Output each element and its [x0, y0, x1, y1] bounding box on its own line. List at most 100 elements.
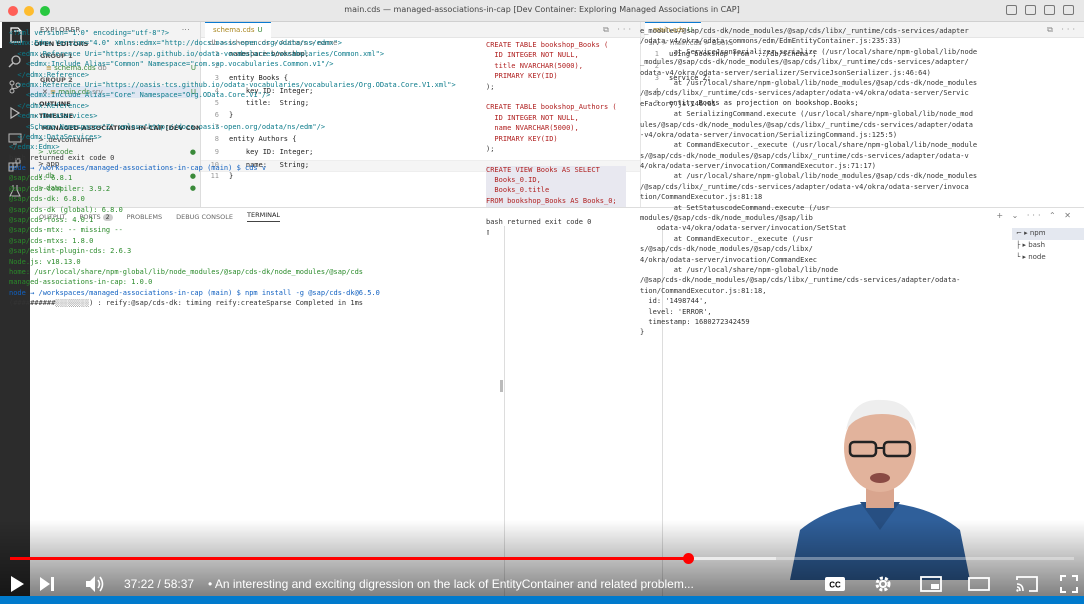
panel-actions[interactable]: + ⌄ ··· ⌃ ✕	[996, 211, 1074, 220]
terminal-line: @sap/cds-foss: 4.0.1	[9, 216, 94, 225]
terminal-line: level: 'ERROR',	[640, 307, 712, 316]
terminal-line: </edmx:DataServices>	[9, 132, 102, 141]
terminal-line: <edmx:Reference Uri="https://oasis-tcs.g…	[9, 80, 456, 89]
terminal-line: CREATE VIEW Books AS SELECT	[486, 165, 626, 177]
terminal-icon: ⌐ ▸	[1016, 229, 1030, 237]
terminal-line: at CommandExecutor._execute (/usr	[640, 234, 813, 243]
play-icon[interactable]	[4, 572, 30, 596]
terminal-line: ID INTEGER NOT NULL,	[486, 113, 579, 122]
terminal-line: @sap/cds-mtx: -- missing --	[9, 226, 123, 235]
miniplayer-icon[interactable]	[918, 572, 944, 596]
terminal-line: _modules/@sap/cds-dk/node_modules/@sap/c…	[640, 58, 969, 67]
terminal-item-label: npm	[1029, 229, 1046, 237]
terminal-line: s/@sap/cds-dk/node_modules/@sap/cds/libx…	[640, 151, 969, 160]
layout-controls	[1006, 5, 1074, 15]
chapter-title[interactable]: • An interesting and exciting digression…	[208, 577, 758, 591]
terminal-line: CREATE TABLE bookshop_Books (	[486, 41, 609, 49]
terminal-line: bash returned exit code 0	[486, 217, 592, 226]
toggle-sidebar-icon[interactable]	[1006, 5, 1017, 15]
terminal-list: ⌐ ▸ npm ├ ▸ bash └ ▸ node	[1012, 228, 1084, 264]
terminal-line: ules/@sap/cds-dk/node_modules/@sap/cds/l…	[640, 120, 973, 129]
fullscreen-icon[interactable]	[1056, 572, 1082, 596]
captions-icon[interactable]: CC	[822, 572, 848, 596]
terminal-line: id: '1498744',	[640, 297, 708, 306]
terminal-line: e_modules/@sap/cds-dk/node_modules/@sap/…	[640, 27, 969, 35]
terminal-line: s/@sap/cds-dk/node_modules/@sap/cds/libx…	[640, 245, 813, 254]
terminal-item-label: node	[1028, 253, 1046, 261]
terminal-line: at /usr/local/share/npm-global/lib/node_…	[640, 78, 978, 87]
progress-bar[interactable]	[10, 553, 1074, 564]
cast-icon[interactable]	[1014, 572, 1040, 596]
terminal-output-3[interactable]: e_modules/@sap/cds-dk/node_modules/@sap/…	[640, 27, 980, 367]
terminal-line: <Schema Namespace="Z" xmlns="http://docs…	[9, 122, 326, 131]
terminal-line: @sap/cds-dk (global): 6.8.0	[9, 205, 123, 214]
terminal-line: tion/CommandExecutor.js:81:18	[640, 193, 763, 202]
terminal-line: /@sap/cds/libx/_runtime/cds-services/ada…	[640, 89, 969, 98]
terminal-line: <edmx:Include Alias="Core" Namespace="Or…	[9, 91, 271, 100]
terminal-line: FROM bookshop_Books AS Books_0;	[486, 196, 626, 208]
terminal-line: CREATE TABLE bookshop_Authors (	[486, 103, 617, 112]
terminal-line: <edmx:DataServices>	[9, 112, 98, 121]
settings-gear-icon[interactable]	[870, 572, 896, 596]
editor-actions[interactable]: ⧉ ···	[1047, 25, 1078, 35]
terminal-line: 4/okra/odata-server/invocation/CommandEx…	[640, 255, 818, 264]
terminal-line: Node.js: v18.13.0	[9, 257, 81, 266]
next-icon[interactable]	[34, 572, 60, 596]
terminal-output-2[interactable]: CREATE TABLE bookshop_Books ( ID INTEGER…	[486, 41, 626, 271]
terminal-line: managed-associations-in-cap: 1.0.0	[9, 278, 153, 287]
current-time: 37:22	[124, 577, 155, 591]
terminal-line: Books_0.ID,	[486, 176, 626, 187]
toggle-secondary-sidebar-icon[interactable]	[1044, 5, 1055, 15]
terminal-line: /odata-v4/okra/odata-commons/edm/EdmEnti…	[640, 37, 902, 46]
theater-mode-icon[interactable]	[966, 572, 992, 596]
terminal-item-bash[interactable]: ├ ▸ bash	[1012, 240, 1084, 252]
terminal-line: ID INTEGER NOT NULL,	[486, 51, 579, 60]
terminal-line: </edmx:Edmx>	[9, 143, 60, 152]
terminal-line: odata-v4/okra/odata-server/invocation/Se…	[640, 224, 847, 233]
terminal-scrollbar[interactable]	[500, 380, 503, 392]
toggle-panel-icon[interactable]	[1025, 5, 1036, 15]
status-bar	[0, 596, 1084, 604]
window-title-bar: main.cds — managed-associations-in-cap […	[0, 0, 1084, 22]
volume-icon[interactable]	[82, 572, 108, 596]
terminal-line: at /usr/local/share/npm-global/lib/node_…	[640, 172, 978, 181]
terminal-line: );	[486, 82, 495, 91]
progress-played	[10, 557, 688, 560]
terminal-line: bash returned exit code 0	[9, 153, 115, 162]
time-display: 37:22 / 58:37	[124, 577, 194, 591]
terminal-line: 4/okra/odata-server/invocation/CommandEx…	[640, 162, 877, 171]
terminal-line: </edmx:Reference>	[9, 101, 90, 110]
terminal-line: /@sap/cds-dk/node_modules/@sap/cds/libx/…	[640, 276, 961, 285]
terminal-item-node[interactable]: └ ▸ node	[1012, 252, 1084, 264]
terminal-line: }	[640, 328, 645, 337]
terminal-line: modules/@sap/cds-dk/node_modules/@sap/li…	[640, 214, 813, 223]
terminal-line: at ServiceJsonSerializer.serialize (/usr…	[640, 47, 978, 56]
terminal-line: timestamp: 1680272342459	[640, 317, 750, 326]
terminal-line: <edmx:Edmx Version="4.0" xmlns:edmx="htt…	[9, 39, 342, 48]
progress-scrubber[interactable]	[682, 553, 694, 564]
terminal-icon: └ ▸	[1016, 253, 1029, 261]
terminal-item-label: bash	[1028, 241, 1046, 249]
editor-actions[interactable]: ⧉ ···	[603, 25, 634, 35]
terminal-line: );	[486, 144, 495, 153]
duration: 58:37	[164, 577, 195, 591]
terminal-line: home: /usr/local/share/npm-global/lib/no…	[9, 267, 364, 276]
window-title: main.cds — managed-associations-in-cap […	[344, 5, 740, 14]
terminal-line: <edmx:Include Alias="Common" Namespace="…	[9, 60, 334, 69]
customize-layout-icon[interactable]	[1063, 5, 1074, 15]
terminal-line: at CommandExecutor._execute (/usr/local/…	[640, 141, 978, 150]
terminal-output-1[interactable]: <?xml version="1.0" encoding="utf-8"?> <e…	[9, 29, 469, 359]
terminal-line: @sap/cds-dk: 6.8.0	[9, 195, 85, 204]
time-separator: /	[154, 577, 165, 591]
captions-label: CC	[829, 581, 841, 590]
terminal-line: Books_0.title	[486, 186, 626, 197]
terminal-line: PRIMARY KEY(ID)	[486, 134, 558, 143]
terminal-line: name NVARCHAR(5000),	[486, 124, 579, 133]
terminal-line: @sap/cds-mtxs: 1.8.0	[9, 236, 94, 245]
terminal-line: @sap/cds: 6.8.1	[9, 174, 73, 183]
terminal-line: (##########░░░░░░░░) : reify:@sap/cds-dk…	[9, 299, 364, 308]
terminal-line: /@sap/cds/libx/_runtime/cds-services/ada…	[640, 182, 969, 191]
terminal-item-npm[interactable]: ⌐ ▸ npm	[1012, 228, 1084, 240]
